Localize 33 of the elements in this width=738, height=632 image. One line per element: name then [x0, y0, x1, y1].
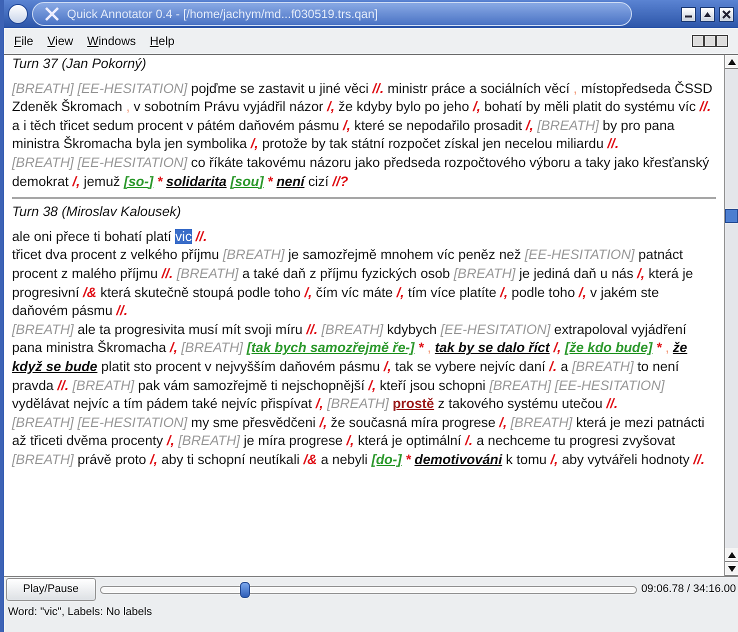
scrollbar[interactable] — [724, 55, 738, 576]
menu-item[interactable]: Help — [150, 32, 175, 50]
slider-thumb[interactable] — [240, 582, 250, 598]
menu-item[interactable]: File — [14, 32, 34, 50]
scroll-thumb[interactable] — [725, 209, 738, 223]
transcript-paragraph: [BREATH] ale ta progresivita musí mít svoji míru //. [BREATH] kdybych [EE-HESITATION] extrapoloval vyjádření pana ministra Škromacha /, [BREATH] [tak bych samozřejmě ře-] * , tak by se dalo říct /, [že kdo bude] * , že když se bude platit sto procent v nejvyšším daňovém pásmu /, tak se vybere nejvíc daní /. a [BREATH] to není pravda //. [BREATH] pak vám samozřejmě ti nejschopnější /, kteří jsou schopni [BREATH] [EE-HESITATION] vydělávat nejvíc a tím pádem také nejvíc přispívat /, [BREATH] prostě z takového systému utečou //. — [12, 320, 688, 414]
transcript-paragraph: ale oni přece ti bohatí platí vic //. — [12, 228, 208, 246]
transcript-paragraph: [BREATH] [EE-HESITATION] my sme přesvědčeni /, že současná míra progrese /, [BREATH] která je mezi patnácti až třiceti dvěma procenty /, [BREATH] je míra progrese /, která je optimální /. a nechceme tu progresi zvyšovat [BREATH] právě proto /, aby ti schopní neutíkali /& a nebyli [do-] * demotivováni k tomu /, aby vytvářeli hodnoty //. — [12, 414, 706, 469]
window-menu-button[interactable] — [8, 4, 28, 24]
turn-heading: Turn 38 (Miroslav Kalousek) — [12, 203, 181, 222]
minimize-button[interactable] — [681, 6, 696, 22]
child-close-button[interactable] — [716, 35, 728, 47]
play-pause-button[interactable]: Play/Pause — [6, 578, 96, 601]
transcript-paragraph: [BREATH] [EE-HESITATION] co říkáte takovému názoru jako předseda rozpočtového výboru a taky jako křesťanský demokrat /, jemuž [so-] * solidarita [sou] * není cizí //? — [12, 154, 710, 191]
menu-item[interactable]: Windows — [87, 32, 136, 50]
child-minimize-button[interactable] — [692, 35, 704, 47]
menu-item[interactable]: View — [47, 32, 74, 50]
scroll-down-icon[interactable] — [725, 562, 738, 576]
transcript-paragraph: [BREATH] [EE-HESITATION] pojďme se zastavit u jiné věci //. ministr práce a sociálních věcí , místopředseda ČSSD Zdeněk Škromach , v sobotním Právu vyjádřil názor /, že kdyby bylo po jeho /, bohatí by měli platit do systému víc //. a i těch třicet sedum procent v pátém daňovém pásmu /, které se nepodařilo prosadit /, [BREATH] by pro pana ministra Škromacha byla jen symbolika /, protože by tak státní rozpočet získal jen necelou miliardu //. — [12, 80, 714, 154]
time-display: 09:06.78 / 34:16.00 — [641, 582, 736, 598]
maximize-icon — [703, 10, 712, 18]
scroll-up-icon[interactable] — [725, 548, 738, 562]
status-text: Word: "vic", Labels: No labels — [8, 606, 152, 618]
scroll-up-icon[interactable] — [725, 55, 738, 69]
maximize-button[interactable] — [700, 6, 715, 22]
child-restore-button[interactable] — [704, 35, 716, 47]
window-title: Quick Annotator 0.4 - [/home/jachym/md...f030519.trs.qan] — [67, 6, 378, 23]
minimize-icon — [684, 15, 693, 18]
turn-heading: Turn 37 (Jan Pokorný) — [12, 55, 146, 73]
x-logo-icon — [45, 7, 59, 21]
transcript-paragraph: třicet dva procent z velkého příjmu [BREATH] je samozřejmě mnohem víc peněz než [EE-HESITATION] patnáct procent z malého příjmu //. [BREATH] a také daň z příjmu fyzických osob [BREATH] je jediná daň u nás /, která je progresivní /& která skutečně stoupá podle toho /, čím víc máte /, tím více platíte /, podle toho /, v jakém ste daňovém pásmu //. — [12, 246, 694, 320]
close-button[interactable] — [719, 6, 734, 22]
close-icon — [722, 10, 731, 18]
